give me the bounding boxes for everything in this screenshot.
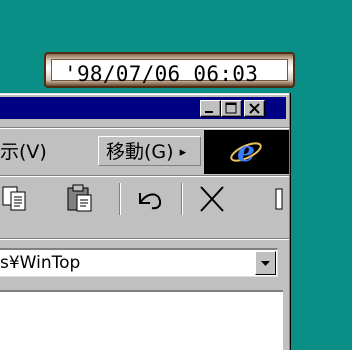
delete-button[interactable] [196,183,230,215]
maximize-icon [225,102,237,114]
ie-logo-icon: e [230,135,262,168]
content-pane[interactable] [0,290,283,350]
copy-button[interactable] [0,183,34,215]
copy-icon [2,186,26,211]
close-button[interactable] [244,100,265,117]
explorer-window: 示(V) 移動(G) ▸ e s¥WinTop [0,93,291,350]
delete-icon [200,186,224,212]
undo-icon [139,193,162,210]
desktop-clock: '98/07/06 06:03 [44,52,295,88]
address-dropdown-button[interactable] [255,251,276,275]
menu-go-label: 移動(G) [106,141,174,163]
undo-button[interactable] [134,183,168,215]
minimize-icon [205,111,213,113]
minimize-button[interactable] [200,100,221,117]
menu-view-label: 示(V) [0,141,47,163]
address-field[interactable]: s¥WinTop [0,248,278,277]
toolbar [0,177,289,221]
menu-view[interactable]: 示(V) [0,138,47,166]
menu-bar: 示(V) 移動(G) ▸ e [0,130,289,174]
svg-text:e: e [237,135,255,168]
submenu-arrow-icon: ▸ [179,145,187,160]
clock-face: '98/07/06 06:03 [51,59,288,85]
address-separator [0,238,289,240]
close-icon [249,103,260,114]
chevron-down-icon [261,261,270,266]
paste-button[interactable] [64,183,98,215]
maximize-button[interactable] [221,100,242,117]
ie-throbber[interactable]: e [204,130,289,174]
toolbar-divider [119,183,121,215]
toolbar-divider [181,183,183,215]
menubar-separator [0,127,289,129]
clock-text: '98/07/06 06:03 [64,62,259,86]
menu-go[interactable]: 移動(G) ▸ [106,138,186,166]
properties-button[interactable] [270,183,284,215]
title-bar[interactable] [0,97,286,119]
properties-icon [275,188,283,210]
paste-icon [67,184,92,212]
address-value: s¥WinTop [0,253,81,273]
